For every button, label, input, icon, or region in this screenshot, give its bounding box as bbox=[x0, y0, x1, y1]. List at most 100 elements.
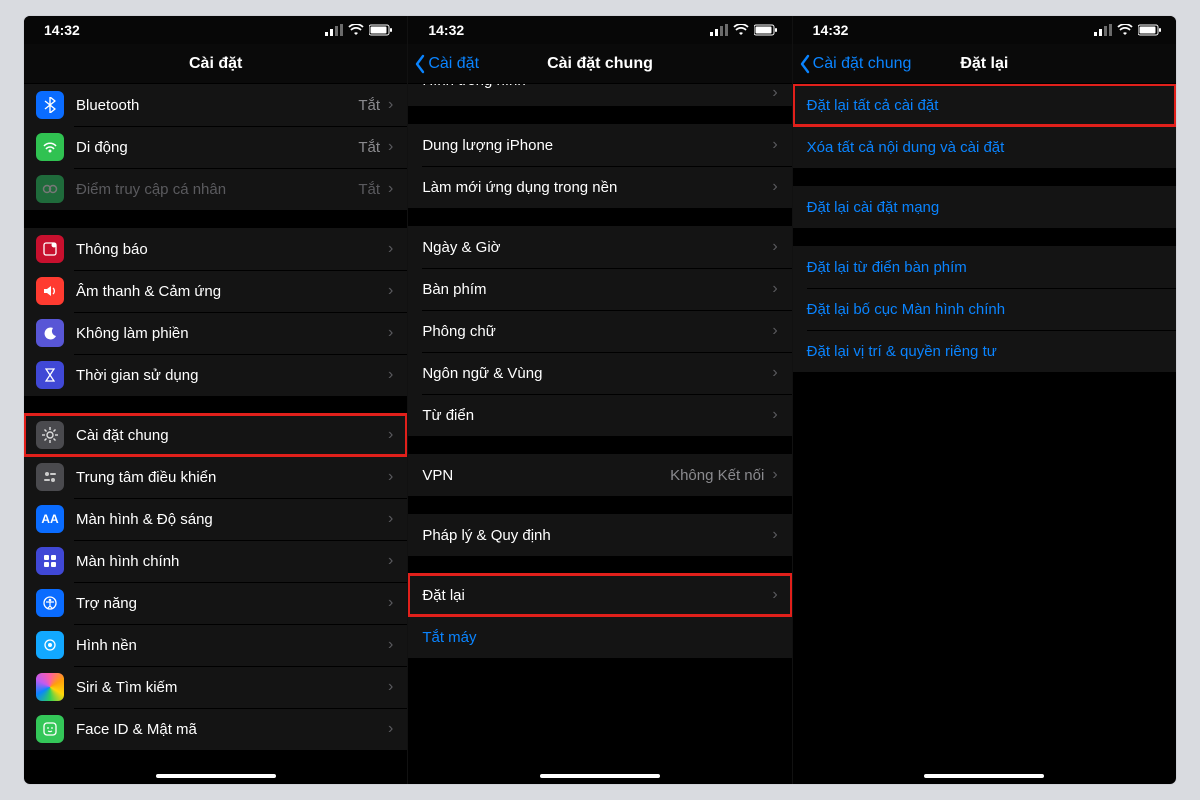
home-indicator[interactable] bbox=[540, 774, 660, 778]
row-cellular[interactable]: Di động Tắt › bbox=[24, 126, 407, 168]
row-siri[interactable]: Siri & Tìm kiếm › bbox=[24, 666, 407, 708]
status-bar: 14:32 bbox=[408, 16, 791, 44]
chevron-right-icon: › bbox=[772, 322, 777, 340]
row-label: Thời gian sử dụng bbox=[76, 367, 380, 384]
row-faceid[interactable]: Face ID & Mật mã › bbox=[24, 708, 407, 750]
row-reset-home[interactable]: Đặt lại bố cục Màn hình chính bbox=[793, 288, 1176, 330]
row-notifications[interactable]: Thông báo › bbox=[24, 228, 407, 270]
row-bluetooth[interactable]: Bluetooth Tắt › bbox=[24, 84, 407, 126]
row-label: Dung lượng iPhone bbox=[422, 137, 764, 154]
row-label: Face ID & Mật mã bbox=[76, 721, 380, 738]
row-reset-privacy[interactable]: Đặt lại vị trí & quyền riêng tư bbox=[793, 330, 1176, 372]
row-wallpaper[interactable]: Hình nền › bbox=[24, 624, 407, 666]
row-erase-all[interactable]: Xóa tất cả nội dung và cài đặt bbox=[793, 126, 1176, 168]
row-label: Làm mới ứng dụng trong nền bbox=[422, 179, 764, 196]
chevron-right-icon: › bbox=[772, 364, 777, 382]
chevron-right-icon: › bbox=[772, 466, 777, 484]
battery-icon bbox=[369, 24, 393, 36]
row-label: Màn hình chính bbox=[76, 553, 380, 570]
screen-general: 14:32 Cài đặt Cài đặt chung Hình trong h… bbox=[408, 16, 792, 784]
chevron-left-icon bbox=[799, 54, 811, 74]
chevron-right-icon: › bbox=[772, 84, 777, 102]
row-label: Siri & Tìm kiếm bbox=[76, 679, 380, 696]
reset-list: Đặt lại tất cả cài đặt Xóa tất cả nội du… bbox=[793, 84, 1176, 784]
row-legal[interactable]: Pháp lý & Quy định › bbox=[408, 514, 791, 556]
row-shutdown[interactable]: Tắt máy bbox=[408, 616, 791, 658]
chevron-right-icon: › bbox=[772, 406, 777, 424]
signal-icon bbox=[325, 24, 343, 36]
bluetooth-icon bbox=[36, 91, 64, 119]
cellular-icon bbox=[36, 133, 64, 161]
row-label: Điểm truy cập cá nhân bbox=[76, 181, 350, 198]
status-icons bbox=[1094, 24, 1162, 36]
home-indicator[interactable] bbox=[924, 774, 1044, 778]
row-label: Pháp lý & Quy định bbox=[422, 527, 764, 544]
row-general[interactable]: Cài đặt chung › bbox=[24, 414, 407, 456]
row-label: Di động bbox=[76, 139, 350, 156]
row-label: VPN bbox=[422, 467, 662, 484]
row-reset-keyboard[interactable]: Đặt lại từ điển bàn phím bbox=[793, 246, 1176, 288]
row-bgapp[interactable]: Làm mới ứng dụng trong nền › bbox=[408, 166, 791, 208]
row-value: Không Kết nối bbox=[670, 467, 764, 484]
row-reset-network[interactable]: Đặt lại cài đặt mạng bbox=[793, 186, 1176, 228]
gear-icon bbox=[36, 421, 64, 449]
status-bar: 14:32 bbox=[24, 16, 407, 44]
row-vpn[interactable]: VPN Không Kết nối › bbox=[408, 454, 791, 496]
nav-back[interactable]: Cài đặt bbox=[414, 44, 479, 83]
sound-icon bbox=[36, 277, 64, 305]
home-indicator[interactable] bbox=[156, 774, 276, 778]
row-label: Phông chữ bbox=[422, 323, 764, 340]
row-date[interactable]: Ngày & Giờ › bbox=[408, 226, 791, 268]
row-dictionary[interactable]: Từ điển › bbox=[408, 394, 791, 436]
wifi-icon bbox=[348, 24, 364, 36]
wallpaper-icon bbox=[36, 631, 64, 659]
chevron-right-icon: › bbox=[388, 720, 393, 738]
row-hotspot[interactable]: Điểm truy cập cá nhân Tắt › bbox=[24, 168, 407, 210]
siri-icon bbox=[36, 673, 64, 701]
row-screentime[interactable]: Thời gian sử dụng › bbox=[24, 354, 407, 396]
accessibility-icon bbox=[36, 589, 64, 617]
row-label: Bluetooth bbox=[76, 97, 350, 114]
row-label: Ngôn ngữ & Vùng bbox=[422, 365, 764, 382]
row-language[interactable]: Ngôn ngữ & Vùng › bbox=[408, 352, 791, 394]
row-label: Đặt lại vị trí & quyền riêng tư bbox=[807, 343, 1162, 360]
row-label: Đặt lại từ điển bàn phím bbox=[807, 259, 1162, 276]
chevron-right-icon: › bbox=[388, 138, 393, 156]
status-icons bbox=[710, 24, 778, 36]
row-accessibility[interactable]: Trợ năng › bbox=[24, 582, 407, 624]
row-display[interactable]: AA Màn hình & Độ sáng › bbox=[24, 498, 407, 540]
row-label: Trợ năng bbox=[76, 595, 380, 612]
nav-back[interactable]: Cài đặt chung bbox=[799, 44, 912, 83]
row-keyboard[interactable]: Bàn phím › bbox=[408, 268, 791, 310]
notifications-icon bbox=[36, 235, 64, 263]
row-sound[interactable]: Âm thanh & Cảm ứng › bbox=[24, 270, 407, 312]
hotspot-icon bbox=[36, 175, 64, 203]
chevron-right-icon: › bbox=[388, 510, 393, 528]
row-reset[interactable]: Đặt lại › bbox=[408, 574, 791, 616]
wifi-icon bbox=[733, 24, 749, 36]
chevron-right-icon: › bbox=[772, 136, 777, 154]
battery-icon bbox=[1138, 24, 1162, 36]
row-homescreen[interactable]: Màn hình chính › bbox=[24, 540, 407, 582]
screen-settings-root: 14:32 Cài đặt Bluetooth Tắt › Di độn bbox=[24, 16, 408, 784]
moon-icon bbox=[36, 319, 64, 347]
nav-back-label: Cài đặt bbox=[428, 55, 479, 73]
chevron-right-icon: › bbox=[388, 240, 393, 258]
status-icons bbox=[325, 24, 393, 36]
chevron-left-icon bbox=[414, 54, 426, 74]
row-label: Màn hình & Độ sáng bbox=[76, 511, 380, 528]
row-label: Âm thanh & Cảm ứng bbox=[76, 283, 380, 300]
row-pip[interactable]: Hình trong hình › bbox=[408, 84, 791, 106]
row-dnd[interactable]: Không làm phiền › bbox=[24, 312, 407, 354]
chevron-right-icon: › bbox=[388, 552, 393, 570]
chevron-right-icon: › bbox=[388, 468, 393, 486]
chevron-right-icon: › bbox=[388, 324, 393, 342]
hourglass-icon bbox=[36, 361, 64, 389]
settings-list: Bluetooth Tắt › Di động Tắt › Điểm truy … bbox=[24, 84, 407, 784]
row-control-center[interactable]: Trung tâm điều khiển › bbox=[24, 456, 407, 498]
screen-reset: 14:32 Cài đặt chung Đặt lại Đặt lại tất … bbox=[793, 16, 1176, 784]
status-time: 14:32 bbox=[813, 22, 849, 38]
row-fonts[interactable]: Phông chữ › bbox=[408, 310, 791, 352]
row-reset-all[interactable]: Đặt lại tất cả cài đặt bbox=[793, 84, 1176, 126]
row-storage[interactable]: Dung lượng iPhone › bbox=[408, 124, 791, 166]
